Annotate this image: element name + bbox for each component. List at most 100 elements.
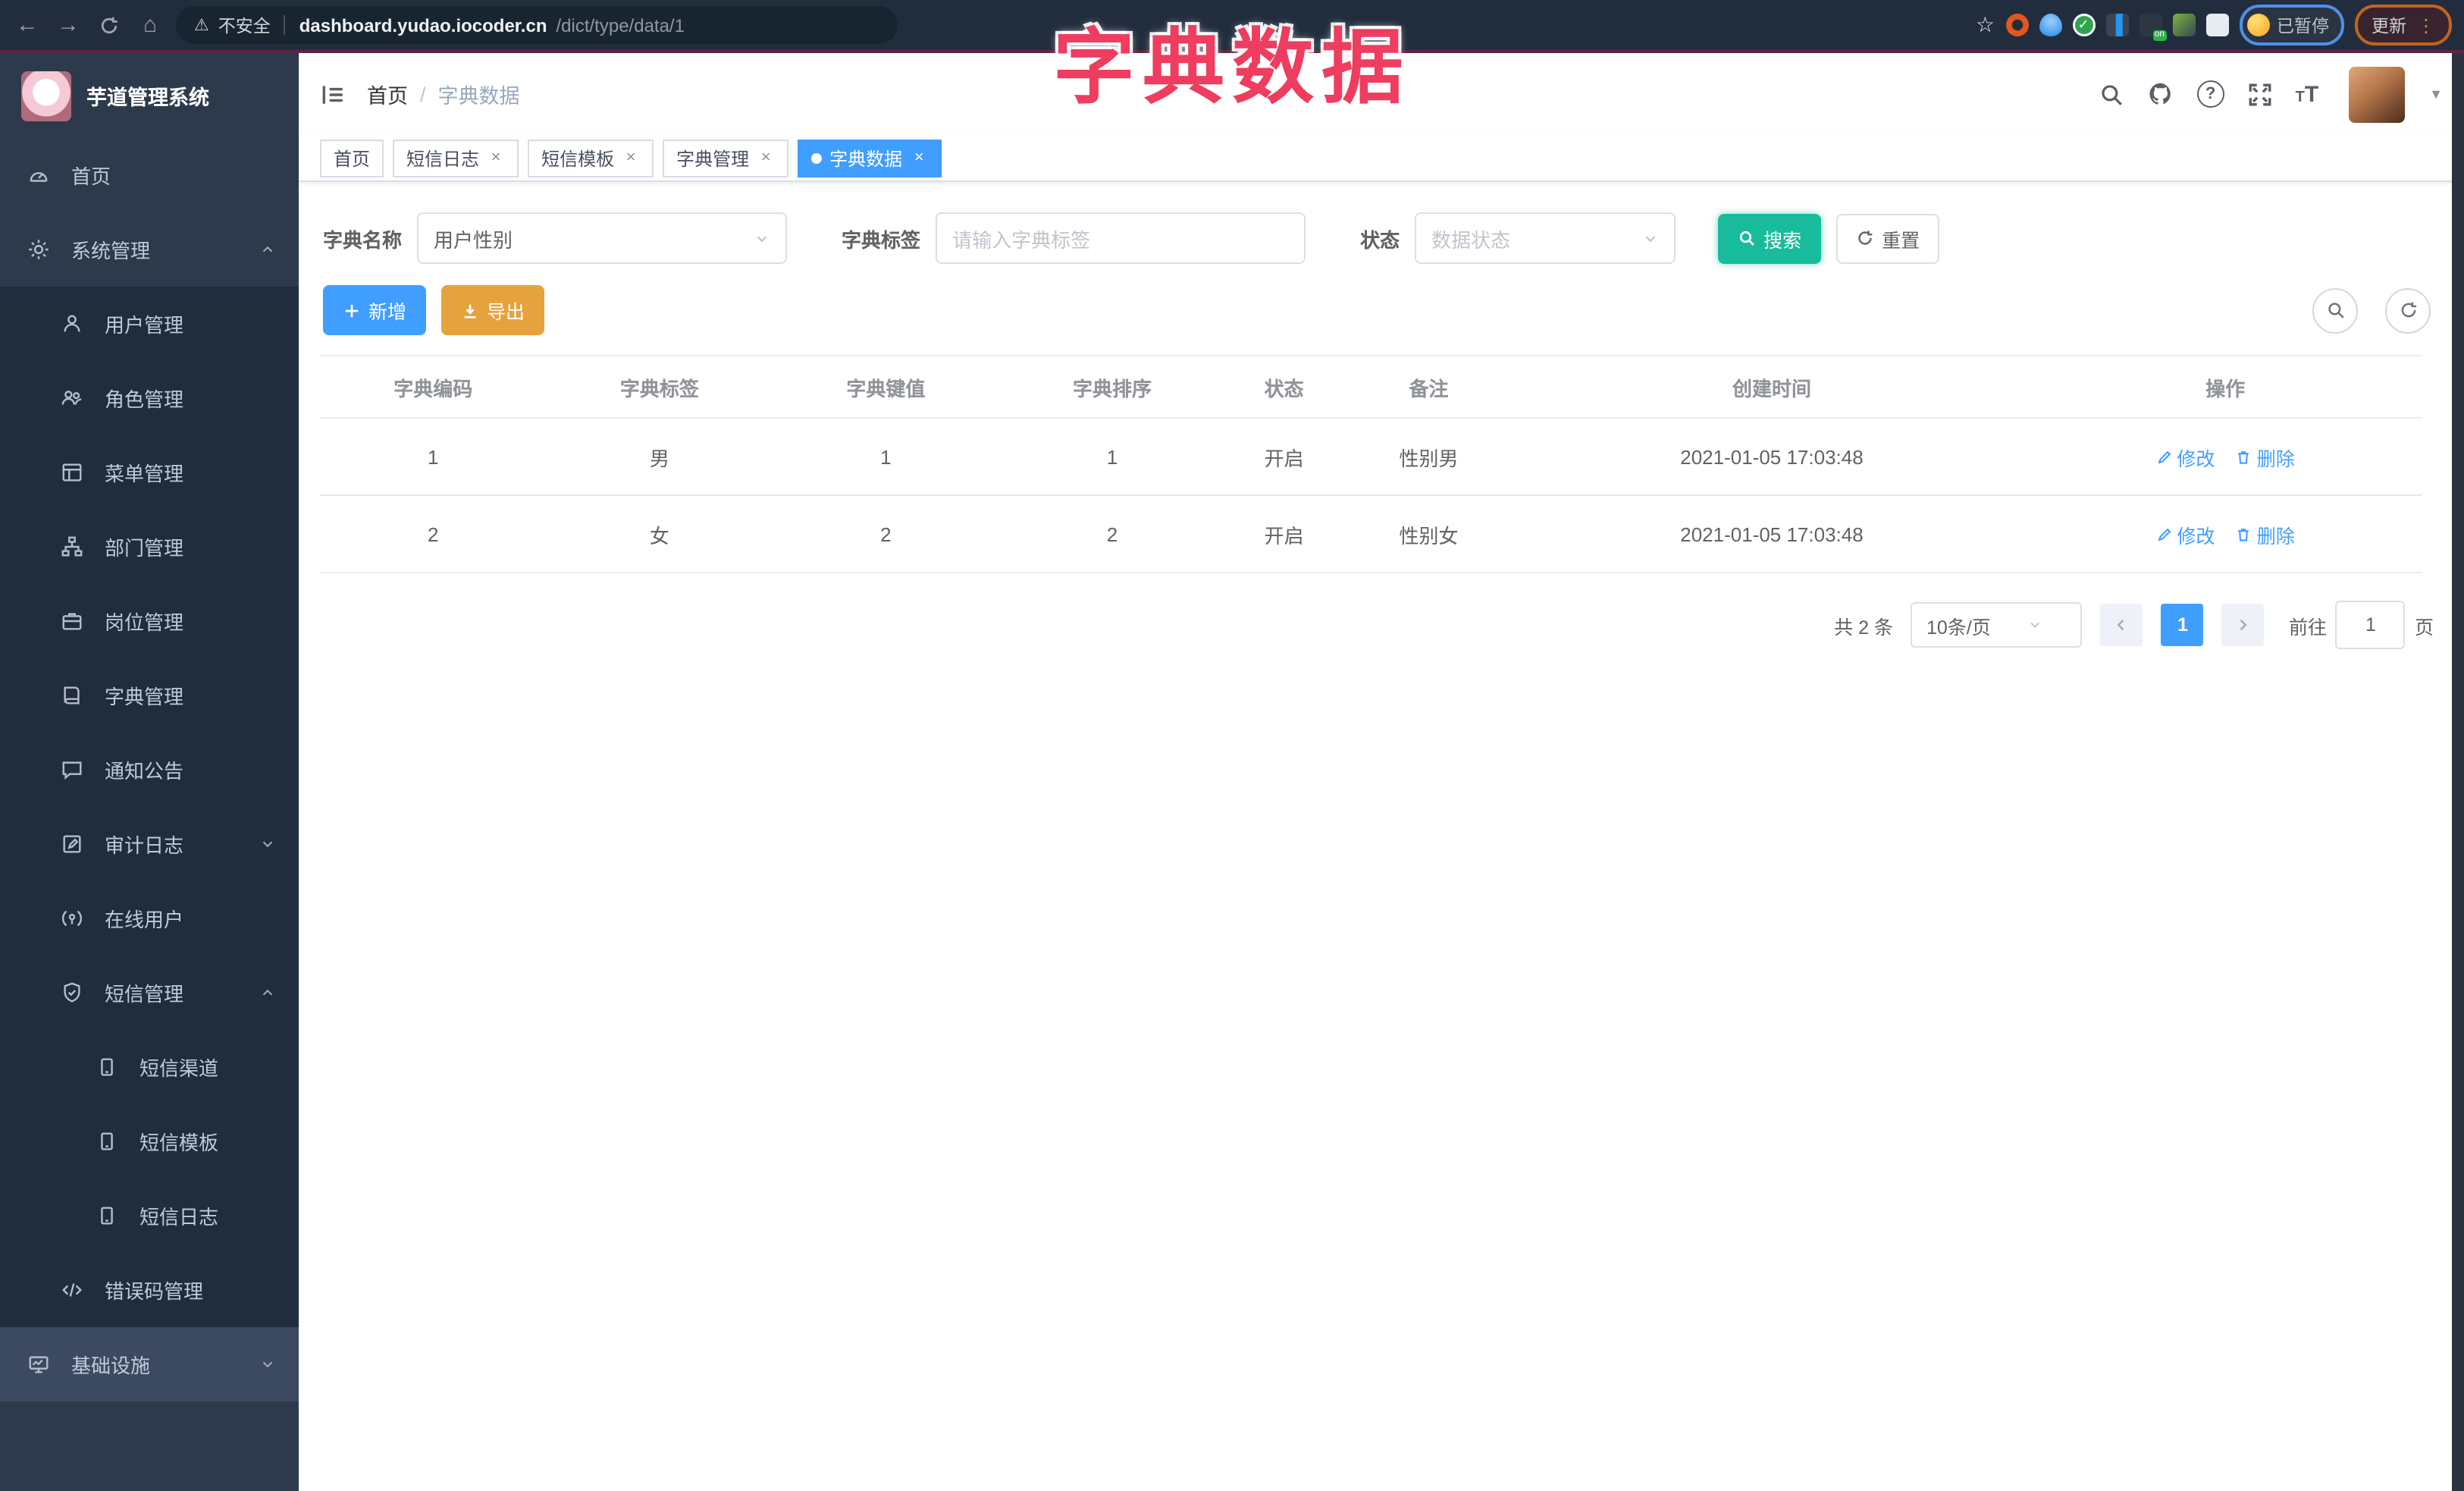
extension-blue-pin-icon[interactable] (2039, 14, 2061, 36)
cell-sort: 1 (998, 418, 1226, 496)
col-header: 字典编码 (320, 355, 547, 419)
close-icon[interactable]: × (757, 149, 775, 167)
extensions-puzzle-icon[interactable] (2205, 14, 2228, 36)
dict-name-label: 字典名称 (323, 228, 403, 251)
url-bar[interactable]: ⚠ 不安全 dashboard.yudao.iocoder.cn /dict/t… (176, 6, 898, 44)
breadcrumb-current: 字典数据 (437, 85, 520, 108)
extension-green-icon[interactable] (2172, 14, 2195, 36)
home-icon[interactable]: ⌂ (135, 10, 165, 40)
search-label: 搜索 (1763, 230, 1802, 251)
reload-icon[interactable] (94, 10, 124, 40)
sidebar-item-audit-log[interactable]: 审计日志 (0, 807, 299, 881)
browser-menu-icon[interactable]: ⋮ (2417, 14, 2435, 36)
page-content: 字典名称 用户性别 字典标签 请输入字典标签 状态 数据状态 搜索 重置 新增 … (299, 182, 2464, 1491)
close-icon[interactable]: × (487, 149, 505, 167)
extension-orange-icon[interactable] (2005, 14, 2028, 36)
tab-sms-log[interactable]: 短信日志 × (393, 139, 519, 177)
tab-dict-data[interactable]: 字典数据 × (798, 139, 942, 177)
phone-icon (94, 1204, 118, 1228)
search-icon[interactable] (2097, 80, 2126, 108)
sidebar-item-role-mgmt[interactable]: 角色管理 (0, 361, 299, 435)
next-page-button[interactable] (2221, 604, 2265, 646)
sidebar-item-sms-log[interactable]: 短信日志 (0, 1179, 299, 1253)
breadcrumb-home[interactable]: 首页 (367, 79, 408, 109)
profile-paused-badge[interactable]: 已暂停 (2239, 5, 2344, 46)
reset-label: 重置 (1882, 230, 1920, 251)
screenshot-root: 字典数据 ← → ⌂ ⚠ 不安全 dashboard.yudao.iocoder… (0, 0, 2464, 1491)
sidebar-item-infrastructure[interactable]: 基础设施 (0, 1327, 299, 1402)
table-row: 2 女 2 2 开启 性别女 2021-01-05 17:03:48 修改 删除 (320, 495, 2422, 573)
sidebar-item-sms-template[interactable]: 短信模板 (0, 1104, 299, 1179)
col-header: 字典标签 (546, 355, 773, 419)
tab-home[interactable]: 首页 (320, 139, 384, 177)
tab-sms-template[interactable]: 短信模板 × (528, 139, 654, 177)
github-icon[interactable] (2147, 80, 2176, 108)
dict-tag-input[interactable]: 请输入字典标签 (936, 212, 1306, 264)
extension-columns-icon[interactable] (2105, 14, 2128, 36)
profile-emoji-avatar (2246, 14, 2269, 36)
status-select[interactable]: 数据状态 (1415, 212, 1676, 264)
help-icon[interactable]: ? (2196, 80, 2224, 108)
sidebar-item-label: 基础设施 (71, 1354, 151, 1377)
dict-name-select[interactable]: 用户性别 (417, 212, 788, 264)
tab-label: 短信日志 (406, 148, 480, 169)
page-size-value: 10条/页 (1926, 617, 1991, 638)
edit-link[interactable]: 修改 (2155, 442, 2215, 471)
sidebar-fold-icon[interactable] (320, 81, 346, 107)
search-button[interactable]: 搜索 (1718, 213, 1822, 263)
export-label: 导出 (487, 302, 525, 323)
browser-update-button[interactable]: 更新 ⋮ (2355, 5, 2452, 46)
goto-page-input[interactable] (2335, 601, 2406, 649)
sidebar-item-post-mgmt[interactable]: 岗位管理 (0, 584, 299, 658)
cell-actions: 修改 删除 (2029, 418, 2422, 496)
app-title: 芋道管理系统 (86, 86, 209, 109)
sidebar-item-notice[interactable]: 通知公告 (0, 733, 299, 807)
sidebar-item-dict-mgmt[interactable]: 字典管理 (0, 658, 299, 733)
extension-green-check-icon[interactable]: ✓ (2072, 14, 2095, 36)
bookmark-star-icon[interactable]: ☆ (1976, 12, 1995, 38)
extension-on-badge-icon[interactable] (2139, 14, 2166, 41)
avatar[interactable] (2349, 66, 2406, 122)
sidebar-item-menu-mgmt[interactable]: 菜单管理 (0, 435, 299, 510)
avatar-caret-icon[interactable]: ▼ (2429, 86, 2443, 102)
edit-link[interactable]: 修改 (2155, 519, 2215, 548)
back-icon[interactable]: ← (12, 10, 42, 40)
page-scrollbar[interactable] (2452, 53, 2464, 1491)
sidebar-item-user-mgmt[interactable]: 用户管理 (0, 287, 299, 361)
page-size-select[interactable]: 10条/页 (1911, 602, 2083, 648)
sidebar-item-dept-mgmt[interactable]: 部门管理 (0, 510, 299, 584)
update-label: 更新 (2372, 17, 2406, 36)
reset-button[interactable]: 重置 (1836, 213, 1940, 263)
prev-page-button[interactable] (2100, 604, 2143, 646)
status-label: 状态 (1360, 228, 1400, 251)
delete-link[interactable]: 删除 (2236, 442, 2295, 471)
fullscreen-icon[interactable] (2246, 80, 2274, 108)
tab-dict-mgmt[interactable]: 字典管理 × (663, 139, 789, 177)
sidebar-item-sms-channel[interactable]: 短信渠道 (0, 1030, 299, 1104)
col-header: 操作 (2029, 355, 2422, 419)
sidebar-item-home[interactable]: 首页 (0, 138, 299, 212)
sidebar-item-online-users[interactable]: 在线用户 (0, 881, 299, 956)
font-size-icon[interactable]: TT (2296, 83, 2319, 105)
sidebar-item-sms-mgmt[interactable]: 短信管理 (0, 956, 299, 1030)
chevron-down-icon (1642, 230, 1659, 246)
cell-created: 2021-01-05 17:03:48 (1514, 418, 2030, 496)
refresh-table-button[interactable] (2385, 287, 2431, 333)
sidebar-item-system[interactable]: 系统管理 (0, 212, 299, 287)
add-label: 新增 (368, 302, 407, 323)
delete-link[interactable]: 删除 (2236, 519, 2295, 548)
cell-created: 2021-01-05 17:03:48 (1514, 495, 2030, 573)
goto-prefix: 前往 (2288, 617, 2327, 638)
toggle-search-button[interactable] (2312, 287, 2358, 333)
gear-icon (26, 237, 50, 262)
sidebar-item-error-code[interactable]: 错误码管理 (0, 1253, 299, 1327)
dashboard-icon (26, 163, 50, 187)
add-button[interactable]: 新增 (323, 285, 427, 335)
current-page-button[interactable]: 1 (2161, 604, 2204, 646)
app-logo[interactable]: 芋道管理系统 (0, 53, 299, 138)
close-icon[interactable]: × (910, 149, 928, 167)
close-icon[interactable]: × (622, 149, 640, 167)
breadcrumb-separator: / (420, 83, 426, 105)
export-button[interactable]: 导出 (441, 285, 545, 335)
forward-icon[interactable]: → (53, 10, 83, 40)
